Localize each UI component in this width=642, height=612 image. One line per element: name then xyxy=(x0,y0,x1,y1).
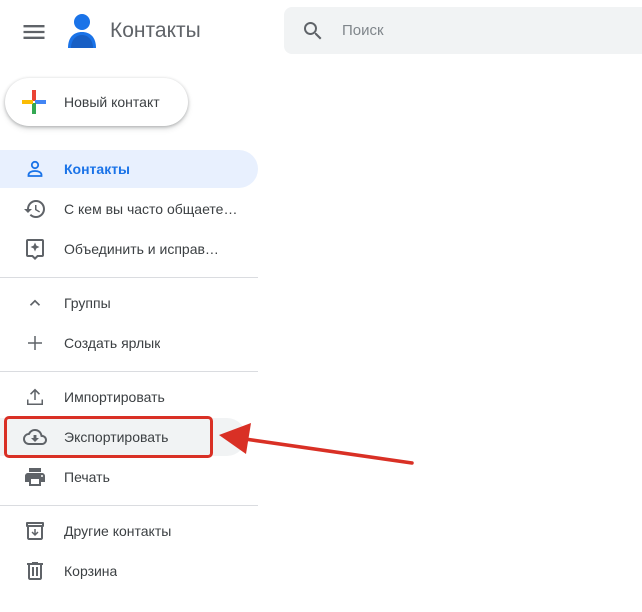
sidebar-divider xyxy=(0,371,258,372)
sidebar-divider xyxy=(0,277,258,278)
archive-icon xyxy=(23,519,47,543)
sidebar-item-label: Печать xyxy=(64,469,110,485)
sidebar-item-contacts[interactable]: Контакты xyxy=(0,150,258,188)
sidebar-item-label: Корзина xyxy=(64,563,118,579)
search-icon[interactable] xyxy=(301,19,325,43)
groups-section-toggle[interactable]: Группы xyxy=(0,284,258,322)
history-icon xyxy=(23,197,47,221)
app-title: Контакты xyxy=(110,19,201,42)
trash-icon xyxy=(23,559,47,583)
sidebar-item-label: Контакты xyxy=(64,161,131,177)
contacts-logo-icon xyxy=(66,13,98,49)
sidebar-item-other-contacts[interactable]: Другие контакты xyxy=(0,512,258,550)
new-contact-label: Новый контакт xyxy=(64,94,160,110)
create-label-text: Создать ярлык xyxy=(64,335,161,351)
sidebar-item-label: С кем вы часто общаете… xyxy=(64,201,238,217)
sidebar-item-import[interactable]: Импортировать xyxy=(0,378,258,416)
merge-fix-icon xyxy=(23,237,47,261)
person-icon xyxy=(23,157,47,181)
hamburger-menu-icon xyxy=(23,25,45,39)
chevron-up-icon xyxy=(23,291,47,315)
sidebar-item-frequent[interactable]: С кем вы часто общаете… xyxy=(0,190,258,228)
sidebar-divider xyxy=(0,505,258,506)
printer-icon xyxy=(23,465,47,489)
sidebar-item-trash[interactable]: Корзина xyxy=(0,552,258,590)
create-label-button[interactable]: Создать ярлык xyxy=(0,324,258,362)
multicolor-plus-icon xyxy=(21,89,47,115)
sidebar-item-print[interactable]: Печать xyxy=(0,458,258,496)
sidebar-item-label: Другие контакты xyxy=(64,523,172,539)
sidebar-item-merge[interactable]: Объединить и исправ… xyxy=(0,230,258,268)
new-contact-button[interactable]: Новый контакт xyxy=(5,78,188,126)
upload-icon xyxy=(23,385,47,409)
main-menu-button[interactable] xyxy=(20,18,48,46)
sidebar-item-label: Объединить и исправ… xyxy=(64,241,219,257)
plus-icon xyxy=(23,331,47,355)
search-input[interactable] xyxy=(342,15,632,45)
groups-header-label: Группы xyxy=(64,295,111,311)
sidebar-item-label: Импортировать xyxy=(64,389,165,405)
annotation-highlight-box xyxy=(4,416,213,458)
